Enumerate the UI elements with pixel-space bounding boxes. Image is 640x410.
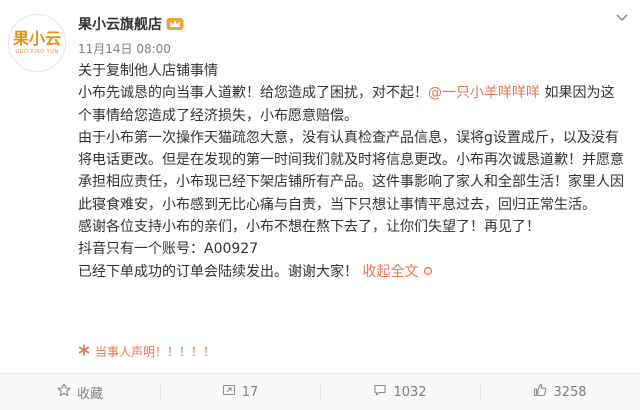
avatar-logo-subtext: GUO XIAO YUN [15,49,59,55]
orders-text: 已经下单成功的订单会陆续发出。谢谢大家！ [78,263,358,280]
comment-icon [373,383,387,401]
author-row: 果小云旗舰店 [78,14,184,34]
comment-button[interactable]: 1032 [320,374,480,410]
favorite-button[interactable]: 收藏 [0,374,160,410]
avatar[interactable]: 果小云 GUO XIAO YUN [8,14,66,72]
author-name[interactable]: 果小云旗舰店 [78,14,162,34]
repost-icon [222,383,236,401]
apology-text: 小布先诚恳的向当事人道歉！给您造成了困扰，对不起！ [78,85,428,102]
statement-link[interactable]: 当事人声明！！！！！ [78,343,215,360]
star-icon [57,383,71,401]
post-time[interactable]: 11月14日 08:00 [78,40,171,57]
repost-button[interactable]: 17 [160,374,320,410]
like-button[interactable]: 3258 [480,374,640,410]
favorite-label: 收藏 [76,386,103,402]
weibo-post: 果小云 GUO XIAO YUN 果小云旗舰店 11月14日 08:00 关于复… [0,0,640,410]
user-mention-link[interactable]: @一只小羊咩咩咩 [428,85,540,101]
post-paragraph-explanation: 由于小布第一次操作天猫疏忽大意，没有认真检查产品信息，误将g设置成斤，以及没有将… [78,129,624,213]
vip-crown-icon[interactable] [166,17,184,31]
chevron-down-icon[interactable] [614,10,630,26]
repost-count: 17 [241,384,259,400]
post-paragraph-apology: 小布先诚恳的向当事人道歉！给您造成了困扰，对不起！@一只小羊咩咩咩 如果因为这个… [78,82,626,127]
post-paragraph-douyin: 抖音只有一个账号：A00927 [78,241,259,258]
statement-text: 当事人声明！！！！！ [95,345,216,359]
post-title: 关于复制他人店铺事情 [78,63,218,79]
collapse-link[interactable]: 收起全文 [362,264,418,280]
post-paragraph-orders: 已经下单成功的订单会陆续发出。谢谢大家！ 收起全文 [78,261,626,283]
thumbs-up-icon [533,383,547,401]
asterisk-icon [78,344,90,359]
comment-count: 1032 [393,384,427,400]
action-bar: 收藏 17 1032 3258 [0,374,640,410]
like-count: 3258 [553,384,587,400]
avatar-logo-text: 果小云 [12,29,61,48]
circle-icon [423,261,433,283]
post-content: 关于复制他人店铺事情 小布先诚恳的向当事人道歉！给您造成了困扰，对不起！@一只小… [78,60,626,283]
post-paragraph-thanks: 感谢各位支持小布的亲们，小布不想在熬下去了，让你们失望了！再见了！ [78,219,540,236]
